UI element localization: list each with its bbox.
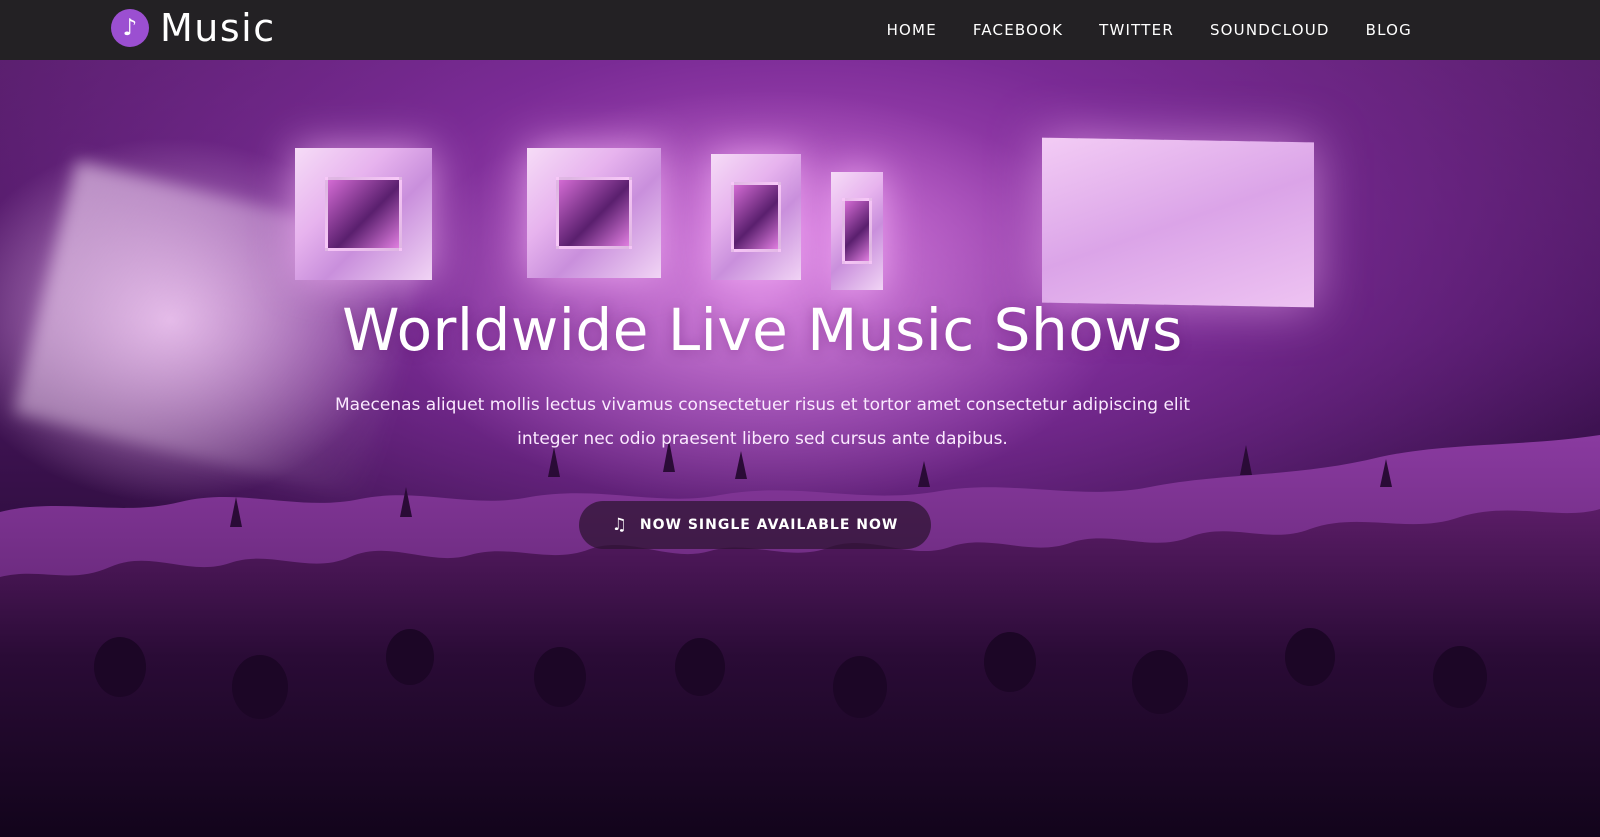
main-nav: HOME FACEBOOK TWITTER SOUNDCLOUD BLOG xyxy=(887,0,1412,60)
brand-name: Music xyxy=(160,6,276,50)
nav-blog[interactable]: BLOG xyxy=(1366,21,1412,39)
brand-logo-link[interactable]: ♪ Music xyxy=(111,9,276,47)
music-note-icon: ♫ xyxy=(611,515,628,535)
hero-subtitle: Maecenas aliquet mollis lectus vivamus c… xyxy=(334,395,1191,449)
music-note-icon: ♪ xyxy=(111,9,149,47)
single-available-button[interactable]: ♫ NOW SINGLE AVAILABLE NOW xyxy=(579,501,931,549)
nav-home[interactable]: HOME xyxy=(887,21,937,39)
hero-section: Worldwide Live Music Shows Maecenas aliq… xyxy=(0,60,1600,837)
nav-facebook[interactable]: FACEBOOK xyxy=(973,21,1063,39)
nav-twitter[interactable]: TWITTER xyxy=(1099,21,1174,39)
cta-label: NOW SINGLE AVAILABLE NOW xyxy=(639,517,899,533)
top-navbar: ♪ Music HOME FACEBOOK TWITTER SOUNDCLOUD… xyxy=(0,0,1600,60)
hero-title: Worldwide Live Music Shows xyxy=(342,296,1183,364)
hero-content: Worldwide Live Music Shows Maecenas aliq… xyxy=(0,60,1600,837)
nav-soundcloud[interactable]: SOUNDCLOUD xyxy=(1210,21,1330,39)
